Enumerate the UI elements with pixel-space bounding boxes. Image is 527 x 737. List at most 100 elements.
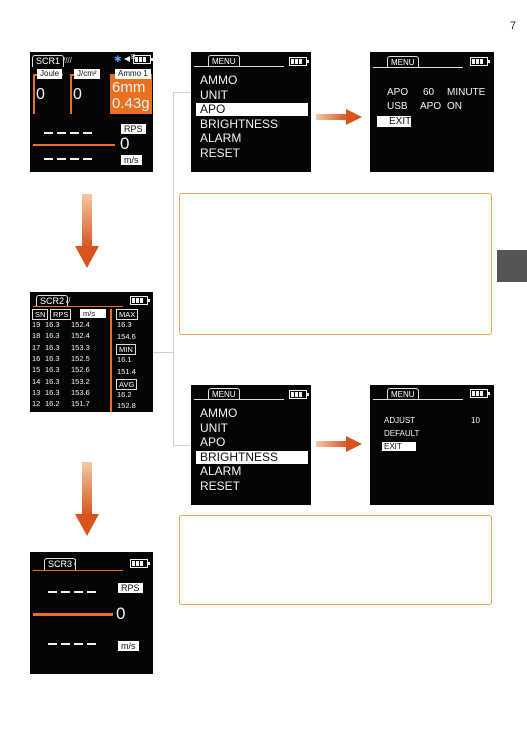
battery-icon (289, 57, 309, 66)
menu2-screen: MENU AMMO UNIT APO BRIGHTNESS ALARM RESET (191, 385, 311, 505)
connector-scr2 (153, 352, 174, 353)
scr3-dash-8 (87, 643, 96, 645)
scr1-dash-6 (57, 158, 66, 160)
side-tab-marker (497, 250, 527, 282)
scr3-dash-6 (61, 643, 70, 645)
scr2-cell-ms: 152.4 (71, 320, 90, 329)
scr1-dash-1 (44, 132, 53, 134)
scr2-col-ms: m/s (80, 309, 106, 318)
scr2-cell-sn: 17 (32, 342, 41, 352)
scr2-cell-sn: 12 (32, 399, 41, 409)
scr3-rps-label: RPS (118, 583, 143, 593)
menu-item-label: ALARM (200, 464, 242, 478)
scr2-avg-ms: 152.8 (117, 401, 136, 410)
menu-item-apo[interactable]: APO (196, 436, 308, 449)
menu-item-label: BRIGHTNESS (200, 449, 279, 464)
menu-item-apo[interactable]: APO (196, 103, 308, 116)
menu-item-ammo[interactable]: AMMO (196, 407, 308, 420)
brightness-default-label[interactable]: DEFAULT (384, 429, 419, 438)
scr1-unit-ms: m/s (121, 155, 142, 165)
scr2-min-ms: 151.4 (117, 367, 136, 376)
scr1-ammo-weight: 0.43g (112, 95, 150, 112)
scr1-ammo-size: 6mm (112, 79, 146, 96)
menu-item-label: UNIT (200, 87, 228, 102)
scr3-dash-1 (48, 591, 57, 593)
battery-icon (470, 57, 490, 66)
scr2-cell-ms: 152.5 (71, 353, 90, 363)
scr2-cell-sn: 16 (32, 353, 41, 363)
scr3-dash-5 (48, 643, 57, 645)
scr1-rps-label: RPS (121, 124, 146, 134)
scr2-cell-rps: 16.3 (45, 320, 60, 329)
scr2-max-rps: 16.3 (117, 320, 132, 329)
menu-item-label: RESET (200, 145, 241, 160)
brightness-adjust-label[interactable]: ADJUST (384, 416, 415, 425)
arrow-down-icon (75, 462, 99, 536)
scr3-tab-slashes: / (74, 558, 77, 567)
scr2-cell-sn: 18 (32, 331, 41, 341)
scr2-min-label: MIN (116, 344, 136, 355)
note-box-brightness (179, 515, 492, 605)
menu-item-reset[interactable]: RESET (196, 478, 308, 493)
scr1-tab-slashes: //// (63, 56, 72, 65)
menu2-top-rule (194, 399, 284, 400)
apo-row1-label[interactable]: APO (387, 87, 408, 98)
connector-menu1 (173, 92, 191, 93)
note-box-apo (179, 193, 492, 335)
menu-item-brightness[interactable]: BRIGHTNESS (196, 117, 308, 131)
battery-icon (289, 390, 309, 399)
menu-item-unit[interactable]: UNIT (196, 421, 308, 435)
apo-row2-label[interactable]: USB (387, 101, 408, 112)
scr1-joule-bracket-left (33, 74, 35, 114)
connector-menu2 (173, 445, 191, 446)
connector-vertical (173, 92, 174, 446)
scr1-dash-4 (83, 132, 92, 134)
scr2-max-label: MAX (116, 309, 139, 320)
apo-exit-label: EXIT (389, 116, 412, 127)
arrow-down-icon (75, 194, 99, 268)
apo-exit-item[interactable]: EXIT (377, 116, 411, 127)
apo-row1-unit: MINUTE (447, 87, 486, 98)
scr3-unit-ms: m/s (118, 641, 139, 651)
menu-item-alarm[interactable]: ALARM (196, 465, 308, 478)
menu-item-alarm[interactable]: ALARM (196, 132, 308, 145)
scr1-divider (33, 144, 115, 146)
scr1-label-ammo: Ammo 1 (115, 69, 151, 79)
menu-item-reset[interactable]: RESET (196, 145, 308, 160)
brightness-exit-item[interactable]: EXIT (382, 442, 416, 451)
battery-icon (130, 296, 150, 305)
scr3-top-rule (33, 570, 123, 571)
brightness-adjust-value[interactable]: 10 (471, 416, 480, 425)
scr2-col-sn: SN (32, 309, 49, 320)
bluetooth-icon: ✱ (114, 54, 122, 64)
menu-item-ammo[interactable]: AMMO (196, 74, 308, 87)
scr2-max-ms: 154.6 (117, 332, 136, 341)
scr3-divider (33, 613, 113, 616)
scr1-label-joule: Joule (37, 69, 63, 79)
scr2-vertical-rule (110, 309, 112, 412)
apo-row2-value[interactable]: ON (447, 101, 462, 112)
apo-row1-value[interactable]: 60 (423, 87, 434, 98)
menu-item-unit[interactable]: UNIT (196, 87, 308, 102)
scr2-cell-ms: 152.6 (71, 365, 90, 375)
scr1-jcm2-bracket-left (70, 74, 72, 114)
scr1-rps-value: 0 (120, 134, 130, 153)
menu-item-brightness[interactable]: BRIGHTNESS (196, 449, 308, 464)
scr2-cell-rps: 16.3 (45, 376, 60, 386)
brightness-exit-label: EXIT (384, 442, 402, 451)
apo-top-rule (373, 67, 463, 68)
scr2-cell-sn: 13 (32, 387, 41, 397)
scr2-cell-ms: 153.6 (71, 387, 90, 397)
battery-icon (133, 55, 153, 64)
scr1-screen: SCR1 //// ✱ B Joule 0 J/cm² 0 Ammo 1 6mm… (30, 52, 153, 172)
scr1-dash-7 (70, 158, 79, 160)
scr2-cell-sn: 19 (32, 320, 41, 329)
battery-icon (130, 559, 150, 568)
speaker-icon (124, 56, 130, 62)
page-number: 7 (510, 20, 517, 32)
menu1-top-rule (194, 66, 284, 67)
scr2-cell-rps: 16.3 (45, 365, 60, 375)
menu-item-label: APO (200, 435, 226, 449)
scr2-cell-ms: 151.7 (71, 399, 90, 409)
menu-item-label: RESET (200, 478, 241, 493)
